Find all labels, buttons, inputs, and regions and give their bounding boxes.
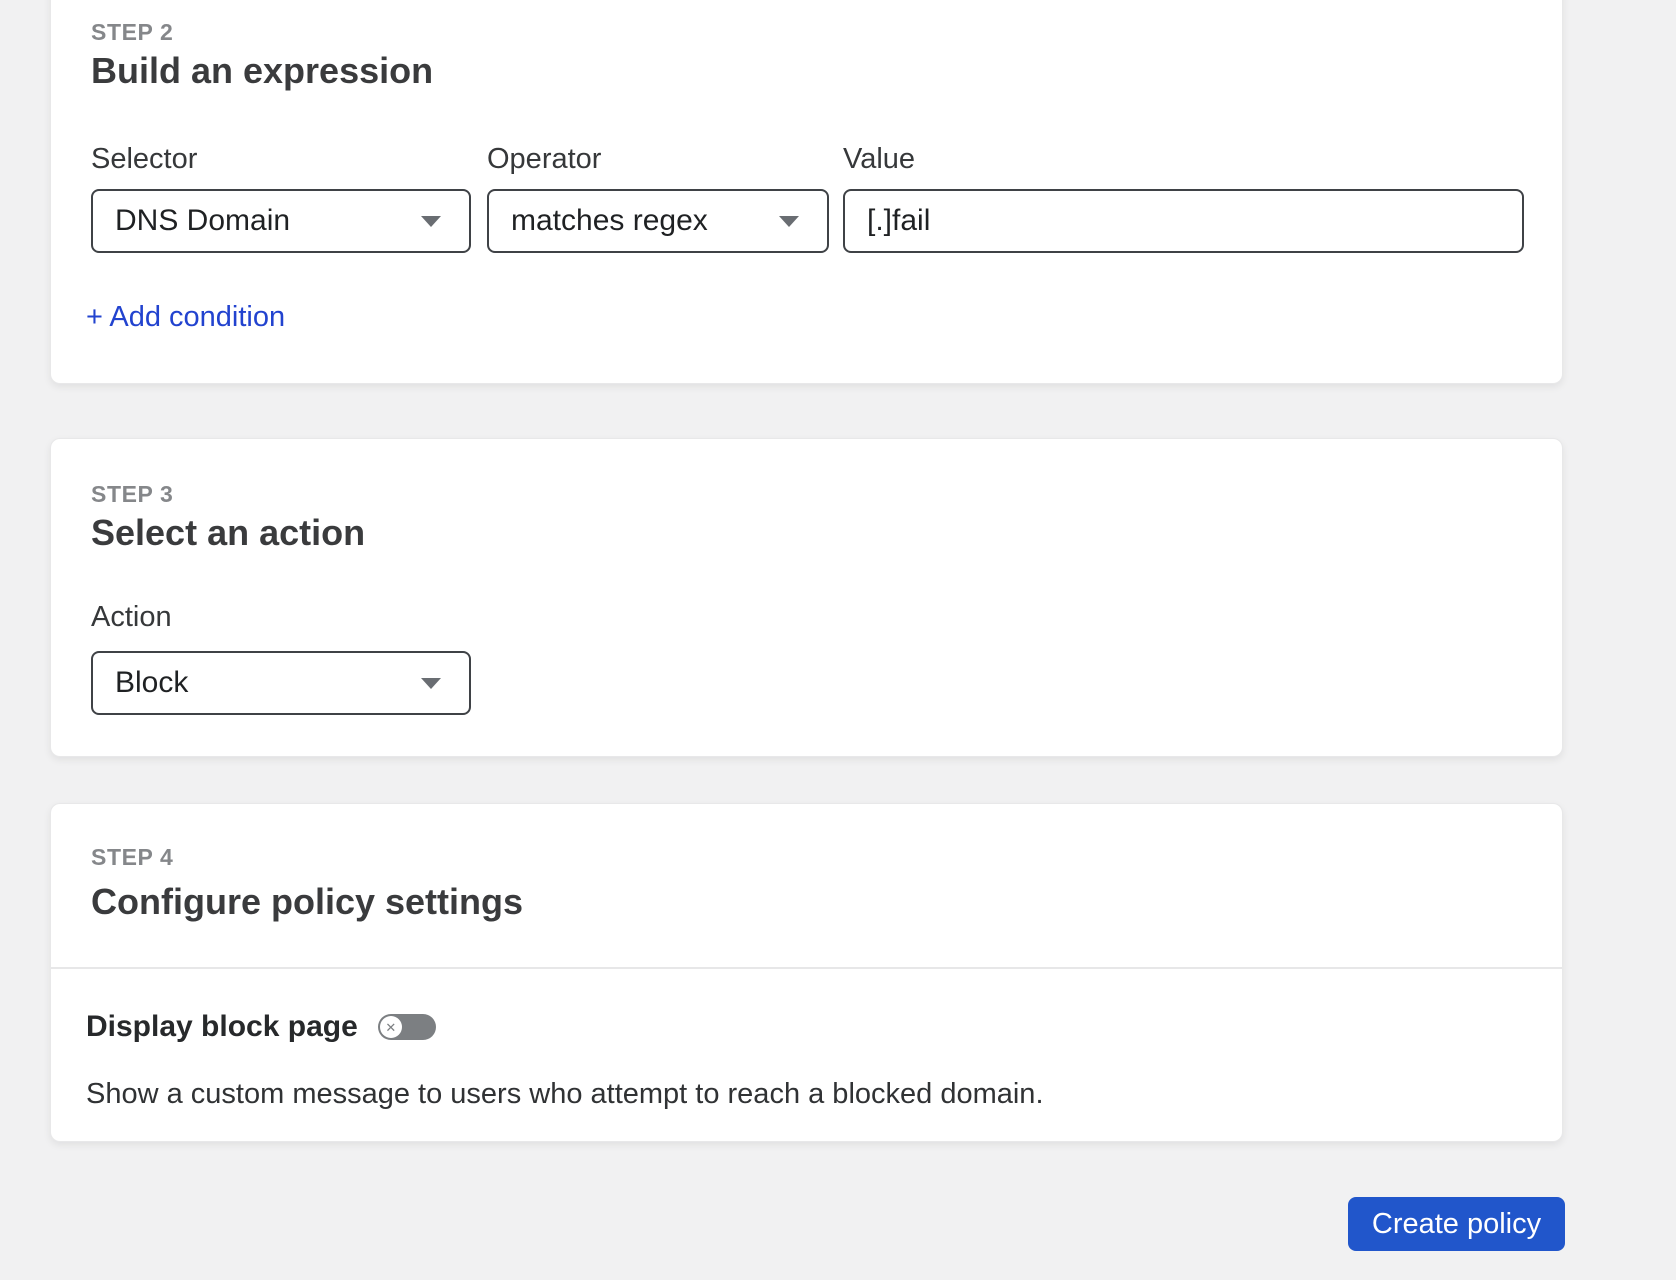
display-block-page-toggle[interactable]: ✕	[377, 1014, 436, 1040]
value-input[interactable]	[843, 189, 1524, 253]
step2-card: STEP 2 Build an expression Selector Oper…	[50, 0, 1563, 384]
display-block-page-label: Display block page	[86, 1010, 358, 1043]
step3-card: STEP 3 Select an action Action Block	[50, 438, 1563, 757]
display-block-page-description: Show a custom message to users who attem…	[86, 1078, 1044, 1110]
action-dropdown-value: Block	[115, 666, 189, 699]
chevron-down-icon	[779, 216, 799, 227]
step4-label: STEP 4	[91, 844, 174, 870]
step3-title: Select an action	[91, 512, 366, 553]
policy-builder-page: STEP 2 Build an expression Selector Oper…	[0, 0, 1676, 1280]
step4-title: Configure policy settings	[91, 881, 524, 922]
create-policy-button[interactable]: Create policy	[1348, 1197, 1565, 1251]
value-field-label: Value	[843, 143, 916, 175]
step2-label: STEP 2	[91, 19, 174, 45]
card-divider	[51, 967, 1562, 969]
chevron-down-icon	[421, 678, 441, 689]
display-block-page-row: Display block page ✕	[86, 1010, 436, 1044]
operator-dropdown[interactable]: matches regex	[487, 189, 829, 253]
toggle-off-x-icon: ✕	[379, 1016, 402, 1038]
selector-field-label: Selector	[91, 143, 198, 175]
operator-dropdown-value: matches regex	[511, 204, 708, 237]
operator-field-label: Operator	[487, 143, 602, 175]
action-field-label: Action	[91, 601, 172, 633]
selector-dropdown[interactable]: DNS Domain	[91, 189, 471, 253]
step2-title: Build an expression	[91, 50, 434, 91]
step4-card: STEP 4 Configure policy settings Display…	[50, 803, 1563, 1142]
chevron-down-icon	[421, 216, 441, 227]
action-dropdown[interactable]: Block	[91, 651, 471, 715]
add-condition-link[interactable]: + Add condition	[86, 301, 285, 334]
step3-label: STEP 3	[91, 481, 174, 507]
selector-dropdown-value: DNS Domain	[115, 204, 291, 237]
